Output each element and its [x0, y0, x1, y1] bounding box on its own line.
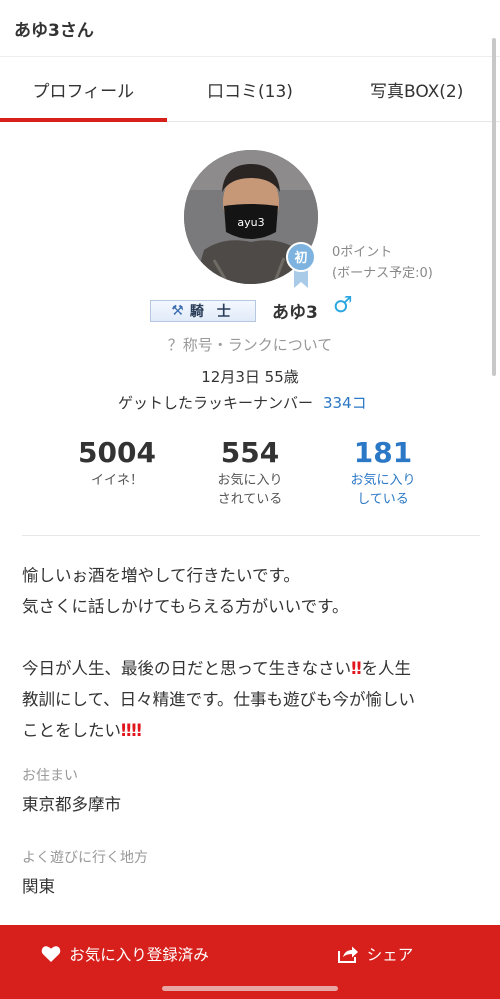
area-value: 関東 — [22, 877, 55, 896]
stat-favorited-by-label: お気に入り されている — [180, 471, 320, 509]
residence-value: 東京都多摩市 — [22, 795, 121, 814]
stat-favorited-by-line1: お気に入り — [217, 473, 283, 488]
bottom-action-bar: お気に入り登録済み シェア — [0, 925, 500, 999]
divider — [22, 535, 480, 536]
stat-favoriting-line1: お気に入り — [350, 473, 416, 488]
bio-text: 愉しいぉ酒を増やして行きたいです。 気さくに話しかけてもらえる方がいいです。 今… — [22, 560, 480, 777]
bio-paragraph-1: 愉しいぉ酒を増やして行きたいです。 気さくに話しかけてもらえる方がいいです。 — [22, 560, 480, 622]
avatar-mask-text: ayu3 — [237, 216, 264, 229]
male-icon: ♂ — [333, 293, 353, 318]
lucky-number-label: ゲットしたラッキーナンバー — [118, 394, 314, 412]
heart-icon — [41, 946, 61, 962]
points-info: 0ポイント (ボーナス予定:0) — [332, 242, 433, 284]
title-badge-text: 騎 士 — [189, 304, 235, 320]
bio-line-3a: 今日が人生、最後の日だと思って生きなさい — [22, 659, 352, 678]
title-badge: ⚒ 騎 士 — [150, 300, 256, 322]
scrollbar[interactable] — [492, 38, 496, 376]
tab-profile-label: プロフィール — [32, 81, 135, 102]
stat-favoriting-line2: している — [357, 492, 409, 507]
exclamation-icon: ‼ — [121, 721, 132, 740]
home-indicator — [162, 986, 338, 991]
stats-row: 5004 イイネ！ 554 お気に入り されている 181 お気に入り している — [0, 436, 500, 516]
stat-favorited-by-count: 554 — [220, 436, 280, 469]
page-title: あゆ3さん — [14, 21, 94, 41]
bio-line-1: 愉しいぉ酒を増やして行きたいです。 — [22, 566, 300, 585]
tab-reviews-label: 口コミ(13) — [207, 81, 293, 102]
stat-favoriting-label: お気に入り している — [313, 471, 453, 509]
rank-info-link[interactable]: ？称号・ランクについて — [0, 334, 500, 355]
crossed-tools-icon: ⚒ — [171, 303, 184, 319]
bio-line-5: ことをしたい — [22, 721, 121, 740]
tab-photo-box-label: 写真BOX(2) — [369, 81, 464, 102]
exclamation-icon: ‼ — [351, 659, 362, 678]
share-icon — [337, 946, 358, 963]
rank-badge-text: 初 — [294, 250, 307, 266]
stat-likes: 5004 イイネ！ — [47, 436, 187, 490]
tab-photo-box[interactable]: 写真BOX(2) — [333, 57, 500, 121]
bio-paragraph-2: 今日が人生、最後の日だと思って生きなさい‼を人生 教訓にして、日々精進です。仕事… — [22, 653, 480, 746]
residence-label: お住まい — [22, 768, 78, 784]
bio-line-3b: を人生 — [361, 659, 412, 678]
header: あゆ3さん — [0, 0, 500, 57]
stat-likes-label: イイネ！ — [90, 473, 143, 488]
bio-line-4: 教訓にして、日々精進です。仕事も遊びも今が愉しい — [22, 690, 416, 709]
area-label: よく遊びに行く地方 — [22, 850, 148, 866]
stat-likes-count: 5004 — [78, 436, 156, 469]
tab-profile[interactable]: プロフィール — [0, 57, 167, 122]
username: あゆ3 — [272, 303, 318, 323]
share-button-label: シェア — [366, 946, 414, 964]
stat-favoriting-count: 181 — [353, 436, 413, 469]
lucky-number-value[interactable]: 334コ — [323, 394, 367, 412]
bonus-value: (ボーナス予定:0) — [332, 266, 433, 281]
favorite-button-label: お気に入り登録済み — [69, 946, 209, 964]
rank-badge-icon: 初 — [286, 242, 316, 288]
tab-bar: プロフィール 口コミ(13) 写真BOX(2) — [0, 57, 500, 122]
profile-header: ayu3 初 0ポイント (ボーナス予定:0) ⚒ 騎 士 あゆ3 ♂ ？称号・… — [0, 122, 500, 412]
exclamation-icon: ‼ — [131, 721, 142, 740]
lucky-number: ゲットしたラッキーナンバー 334コ — [118, 392, 367, 413]
bio-line-2: 気さくに話しかけてもらえる方がいいです。 — [22, 597, 349, 616]
stat-favorited-by-line2: されている — [217, 492, 283, 507]
stat-favoriting[interactable]: 181 お気に入り している — [313, 436, 453, 509]
stat-favorited-by[interactable]: 554 お気に入り されている — [180, 436, 320, 509]
points-value: 0ポイント — [332, 245, 393, 260]
birthday-age: 12月3日 55歳 — [201, 368, 299, 386]
tab-reviews[interactable]: 口コミ(13) — [167, 57, 334, 121]
